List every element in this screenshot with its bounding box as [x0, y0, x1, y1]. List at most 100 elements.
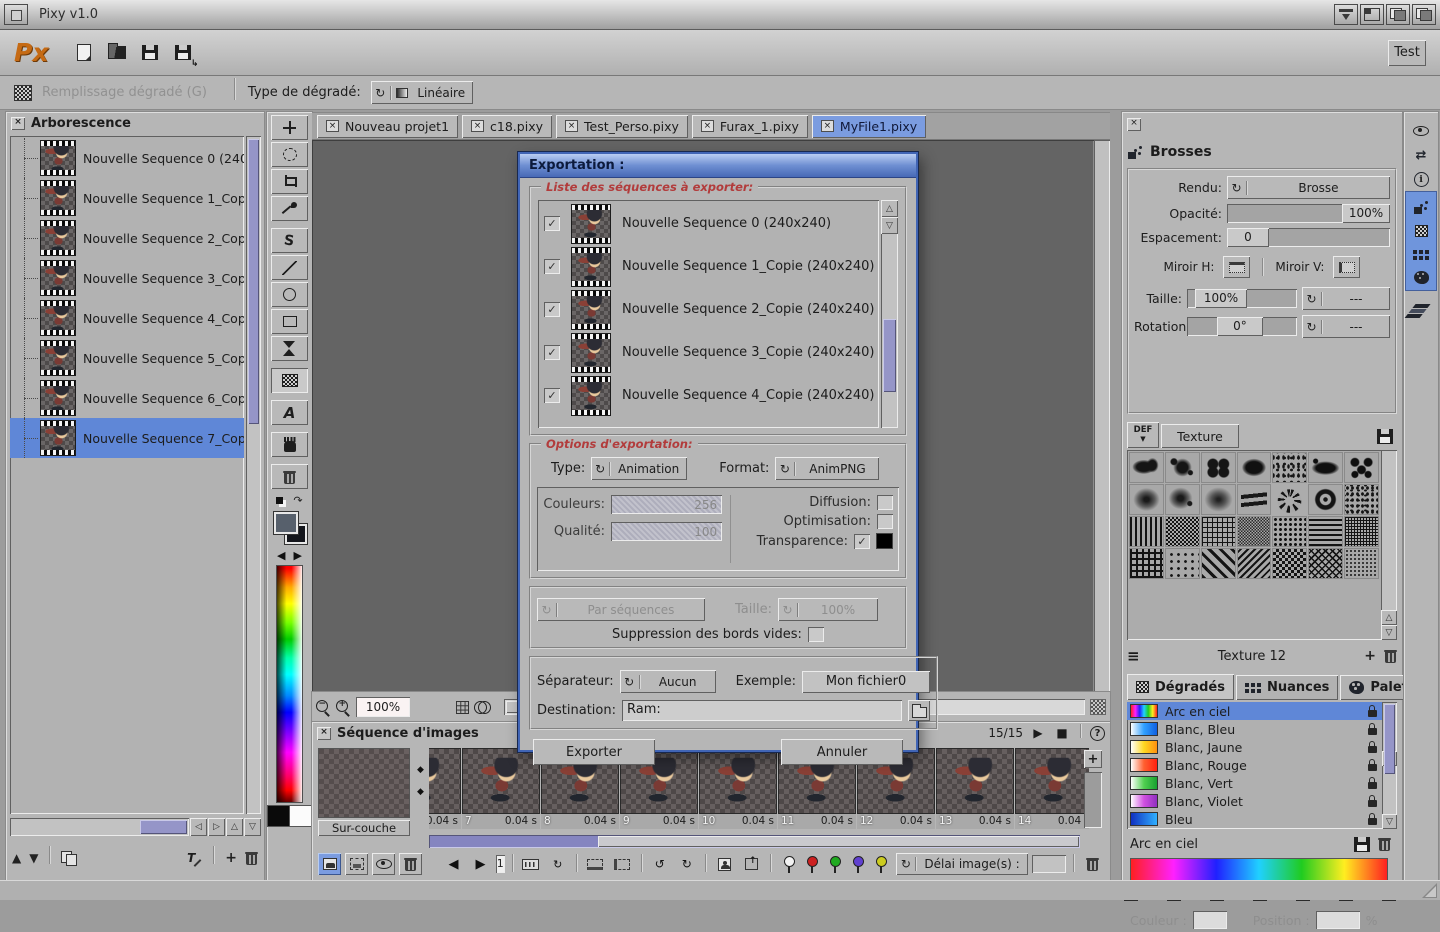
- rotation-slider[interactable]: 0°: [1187, 317, 1297, 336]
- prev-frame-button[interactable]: ◀: [442, 853, 465, 875]
- texture-swatch-15[interactable]: [1129, 516, 1164, 547]
- zoom-in-icon[interactable]: +: [336, 700, 351, 715]
- texture-swatch-21[interactable]: [1344, 516, 1379, 547]
- gradient-row[interactable]: Arc en ciel: [1127, 702, 1382, 720]
- scrollbar-thumb[interactable]: [248, 139, 259, 424]
- tree-item[interactable]: Nouvelle Sequence 5_Copie (240x240): [10, 338, 244, 378]
- close-icon[interactable]: ×: [471, 120, 484, 132]
- zoom-out-icon[interactable]: −: [316, 700, 331, 715]
- close-icon[interactable]: ×: [11, 117, 25, 130]
- scrollbar-thumb[interactable]: [883, 319, 896, 392]
- texture-swatch-23[interactable]: [1165, 548, 1200, 579]
- dock-visibility-button[interactable]: [1408, 120, 1434, 142]
- gradient-row[interactable]: Blanc, Violet: [1127, 792, 1382, 810]
- lock-icon[interactable]: [1368, 746, 1377, 753]
- palette-prev-icon[interactable]: ◀: [277, 549, 285, 562]
- curve-tool[interactable]: S: [271, 228, 308, 253]
- texture-menu-icon[interactable]: ≡: [1127, 647, 1140, 665]
- timeline-frame[interactable]: 60.04 s: [429, 748, 461, 832]
- dialog-titlebar[interactable]: Exportation :: [520, 154, 916, 178]
- marker-pin-3-icon[interactable]: [829, 856, 840, 873]
- scrollbar-thumb[interactable]: [1384, 704, 1395, 774]
- texture-swatch-12[interactable]: [1272, 484, 1307, 515]
- document-tab[interactable]: ×Furax_1.pixy: [692, 115, 808, 138]
- tab-dégradés[interactable]: Dégradés: [1127, 674, 1234, 700]
- keyboard-shortcuts-button[interactable]: [519, 853, 542, 875]
- gradient-row[interactable]: Blanc, Bleu: [1127, 720, 1382, 738]
- delete-gradient-icon[interactable]: [1378, 837, 1391, 851]
- new-project-button[interactable]: [70, 40, 97, 66]
- ellipse-tool[interactable]: [271, 282, 308, 307]
- texture-swatch-9[interactable]: [1165, 484, 1200, 515]
- move-tool[interactable]: [271, 115, 308, 140]
- add-sequence-icon[interactable]: +: [225, 850, 237, 866]
- sequence-checkbox[interactable]: [544, 259, 560, 274]
- gradient-row[interactable]: Blanc, Vert: [1127, 774, 1382, 792]
- scroll-up-icon[interactable]: △: [881, 200, 898, 217]
- gradient-row[interactable]: Bleu: [1127, 810, 1382, 828]
- dock-swap-button[interactable]: ⇄: [1408, 144, 1434, 166]
- delete-tool[interactable]: [271, 464, 308, 489]
- format-cycle[interactable]: ↻ AnimPNG: [775, 457, 879, 480]
- render-cycle[interactable]: ↻ Brosse: [1227, 176, 1390, 199]
- tree-item[interactable]: Nouvelle Sequence 7_Copie (240x240): [10, 418, 244, 458]
- close-icon[interactable]: ×: [326, 120, 339, 132]
- close-icon[interactable]: ×: [317, 727, 331, 740]
- texture-swatch-24[interactable]: [1201, 548, 1236, 579]
- stop-button[interactable]: ■: [1053, 725, 1071, 741]
- tree-horizontal-scrollbar[interactable]: ◁ ▷ △ ▽: [10, 818, 261, 836]
- document-tab[interactable]: ×MyFile1.pixy: [812, 115, 926, 138]
- eyedropper-tool[interactable]: [271, 196, 308, 221]
- texture-swatch-14[interactable]: [1344, 484, 1379, 515]
- tree-vertical-scrollbar[interactable]: [246, 136, 261, 814]
- texture-swatch-6[interactable]: [1308, 452, 1343, 483]
- timeline-frame[interactable]: 140.04 s: [1015, 748, 1089, 832]
- duplicate-sequence-icon[interactable]: [61, 851, 76, 865]
- tree-item[interactable]: Nouvelle Sequence 0 (240x240): [10, 138, 244, 178]
- show-frame-button[interactable]: [318, 853, 341, 875]
- text-tool[interactable]: A: [271, 400, 308, 425]
- rotation-link-cycle[interactable]: ↻ ---: [1302, 315, 1390, 338]
- texture-swatch-27[interactable]: [1308, 548, 1343, 579]
- dock-brushes-button[interactable]: [1408, 196, 1434, 218]
- stop-color-field[interactable]: [1193, 911, 1227, 929]
- window-tofront-gadget-icon[interactable]: [1386, 4, 1410, 25]
- crop-tool[interactable]: [271, 169, 308, 194]
- dock-nuances-button[interactable]: [1408, 244, 1434, 266]
- export-sequence-row[interactable]: Nouvelle Sequence 0 (240x240): [544, 202, 879, 245]
- play-button[interactable]: ▶: [1029, 725, 1047, 741]
- black-swatch[interactable]: [267, 805, 290, 827]
- color-picker-strip[interactable]: [276, 565, 303, 803]
- test-button[interactable]: Test: [1388, 40, 1426, 66]
- export-sequence-row[interactable]: Nouvelle Sequence 3_Copie (240x240): [544, 331, 879, 374]
- window-close-gadget-icon[interactable]: [4, 4, 28, 25]
- texture-swatch-19[interactable]: [1272, 516, 1307, 547]
- mirror-h-button[interactable]: [1223, 256, 1250, 278]
- browse-destination-button[interactable]: [908, 700, 930, 721]
- document-tab[interactable]: ×Test_Perso.pixy: [556, 115, 688, 138]
- grid-toggle-icon[interactable]: [456, 701, 469, 714]
- scroll-up-icon[interactable]: △: [1381, 610, 1397, 625]
- sequence-checkbox[interactable]: [544, 345, 560, 360]
- save-as-button[interactable]: ↳: [169, 40, 196, 66]
- frames-scrollbar[interactable]: [429, 835, 1080, 848]
- lock-icon[interactable]: [1368, 782, 1377, 789]
- loop-button[interactable]: ↻: [546, 853, 569, 875]
- tree-item[interactable]: Nouvelle Sequence 1_Copie (240x240): [10, 178, 244, 218]
- move-up-icon[interactable]: ▲: [12, 851, 21, 865]
- marker-pin-5-icon[interactable]: [875, 856, 886, 873]
- palette-next-icon[interactable]: ▶: [294, 549, 302, 562]
- texture-swatch-3[interactable]: [1201, 452, 1236, 483]
- size-link-cycle[interactable]: ↻ ---: [1302, 287, 1390, 310]
- delete-texture-icon[interactable]: [1384, 649, 1397, 663]
- window-depth-gadget-icon[interactable]: [1412, 4, 1436, 25]
- scrollbar-thumb[interactable]: [140, 820, 187, 834]
- texture-swatch-2[interactable]: [1165, 452, 1200, 483]
- hourglass-tool[interactable]: [271, 336, 308, 361]
- gradient-type-cycle[interactable]: ↻ Linéaire: [371, 81, 473, 104]
- texture-swatch-16[interactable]: [1165, 516, 1200, 547]
- spacing-slider[interactable]: 0: [1227, 228, 1390, 247]
- overlay-link-next-icon[interactable]: ◆: [413, 784, 428, 799]
- foreground-color-swatch[interactable]: [274, 512, 298, 534]
- frame-image[interactable]: [936, 748, 1014, 814]
